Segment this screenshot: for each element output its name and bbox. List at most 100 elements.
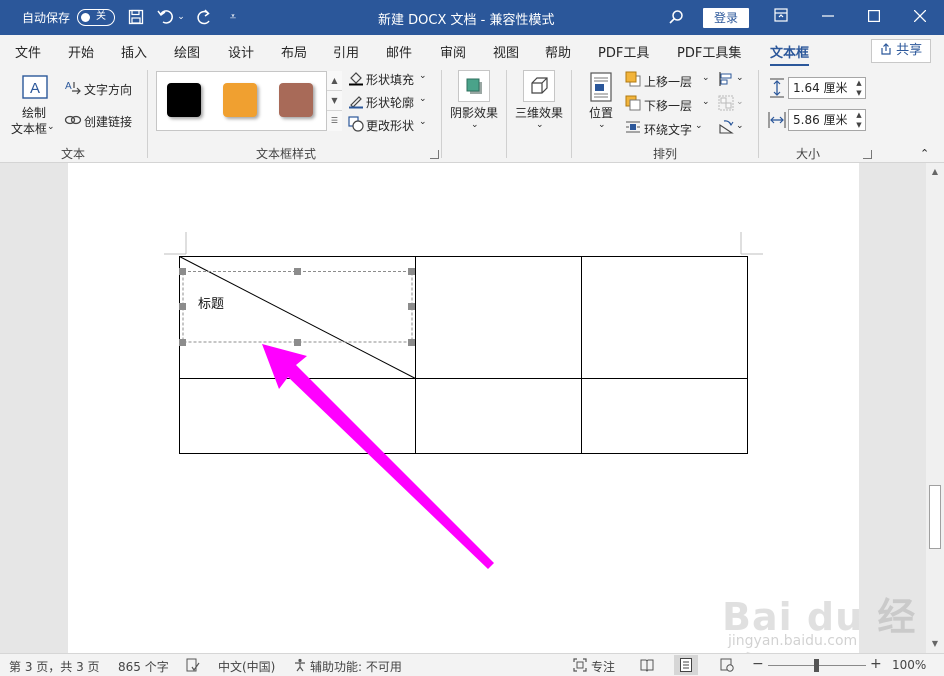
change-shape-dropdown-icon[interactable]: ⌄ [419, 117, 427, 127]
scroll-up-icon[interactable]: ▲ [926, 165, 944, 179]
rotate-dropdown-icon[interactable]: ⌄ [736, 121, 744, 131]
shadow-effects-dropdown-icon[interactable]: ⌄ [471, 120, 479, 130]
maximize-icon[interactable] [859, 4, 889, 30]
shape-fill-icon[interactable] [348, 70, 364, 86]
customize-toolbar-icon[interactable]: ⩡ [226, 6, 240, 28]
autosave-toggle[interactable]: 关 [77, 9, 115, 26]
align-dropdown-icon[interactable]: ⌄ [736, 73, 744, 83]
style-swatch-brown[interactable] [279, 83, 313, 117]
change-shape-icon[interactable] [348, 116, 364, 132]
shape-outline-dropdown-icon[interactable]: ⌄ [419, 94, 427, 104]
accessibility-status[interactable]: 辅助功能: 不可用 [310, 658, 402, 675]
tab-layout[interactable]: 布局 [281, 42, 307, 61]
undo-dropdown-icon[interactable]: ⌄ [176, 6, 186, 28]
tab-file[interactable]: 文件 [15, 42, 41, 61]
accessibility-icon[interactable] [293, 658, 307, 672]
wrap-text-dropdown-icon[interactable]: ⌄ [695, 121, 703, 131]
language[interactable]: 中文(中国) [218, 658, 275, 675]
zoom-slider-thumb[interactable] [814, 659, 819, 672]
height-spinner[interactable]: ▲ ▼ [853, 78, 865, 98]
vertical-scrollbar[interactable]: ▲ ▼ [926, 163, 944, 653]
send-backward-label[interactable]: 下移一层 [644, 97, 692, 114]
tab-review[interactable]: 审阅 [440, 42, 466, 61]
create-link-label[interactable]: 创建链接 [84, 113, 132, 130]
minimize-icon[interactable] [813, 4, 843, 30]
wrap-text-label[interactable]: 环绕文字 [644, 121, 692, 138]
tab-draw[interactable]: 绘图 [174, 42, 200, 61]
resize-handle[interactable] [408, 303, 415, 310]
tab-pdf-toolset[interactable]: PDF工具集 [677, 42, 741, 61]
draw-textbox-icon[interactable]: A [21, 74, 49, 100]
ribbon-display-icon[interactable] [766, 4, 796, 30]
tab-insert[interactable]: 插入 [121, 42, 147, 61]
text-direction-icon[interactable]: A [64, 79, 82, 97]
undo-icon[interactable] [156, 6, 176, 28]
shape-fill-label[interactable]: 形状填充 [366, 71, 414, 88]
gallery-down-icon[interactable]: ▼ [327, 91, 342, 111]
focus-label[interactable]: 专注 [591, 658, 615, 675]
resize-handle[interactable] [179, 303, 186, 310]
create-link-icon[interactable] [64, 112, 82, 128]
gallery-up-icon[interactable]: ▲ [327, 71, 342, 91]
tab-view[interactable]: 视图 [493, 42, 519, 61]
position-dropdown-icon[interactable]: ⌄ [598, 120, 606, 130]
zoom-in-icon[interactable]: + [870, 656, 882, 672]
bring-forward-dropdown-icon[interactable]: ⌄ [702, 73, 710, 83]
tab-help[interactable]: 帮助 [545, 42, 571, 61]
shape-outline-icon[interactable] [348, 93, 364, 109]
word-count[interactable]: 865 个字 [118, 658, 169, 675]
proofing-icon[interactable] [186, 658, 200, 672]
text-direction-label[interactable]: 文字方向 [84, 81, 132, 98]
tab-pdf-tools[interactable]: PDF工具 [598, 42, 649, 61]
shape-outline-label[interactable]: 形状轮廓 [366, 94, 414, 111]
web-layout-icon[interactable] [720, 658, 734, 672]
resize-handle[interactable] [294, 339, 301, 346]
style-swatch-black[interactable] [167, 83, 201, 117]
shadow-effects-icon[interactable] [458, 70, 490, 102]
tab-home[interactable]: 开始 [68, 42, 94, 61]
scroll-thumb[interactable] [929, 485, 941, 549]
draw-textbox-label-1[interactable]: 绘制 [22, 104, 46, 121]
bring-forward-label[interactable]: 上移一层 [644, 73, 692, 90]
page-info[interactable]: 第 3 页，共 3 页 [9, 658, 100, 675]
send-backward-icon[interactable] [625, 95, 641, 111]
send-backward-dropdown-icon[interactable]: ⌄ [702, 97, 710, 107]
resize-handle[interactable] [408, 268, 415, 275]
textbox-content[interactable]: 标题 [198, 293, 224, 312]
tab-references[interactable]: 引用 [333, 42, 359, 61]
align-icon[interactable] [718, 71, 734, 87]
shadow-effects-label[interactable]: 阴影效果 [450, 104, 498, 121]
resize-handle[interactable] [179, 339, 186, 346]
position-label[interactable]: 位置 [589, 104, 613, 121]
login-button[interactable]: 登录 [703, 8, 749, 28]
tab-mailings[interactable]: 邮件 [386, 42, 412, 61]
tab-textbox[interactable]: 文本框 [770, 42, 810, 67]
shape-height-input[interactable]: 1.64 厘米 ▲ ▼ [788, 77, 866, 99]
change-shape-label[interactable]: 更改形状 [366, 117, 414, 134]
draw-textbox-label-2[interactable]: 文本框 [11, 120, 47, 137]
threed-effects-label[interactable]: 三维效果 [515, 104, 563, 121]
gallery-more-icon[interactable]: ☰ [327, 111, 342, 131]
shape-fill-dropdown-icon[interactable]: ⌄ [419, 71, 427, 81]
width-spinner[interactable]: ▲ ▼ [853, 110, 865, 130]
document-table[interactable] [179, 256, 748, 454]
resize-handle[interactable] [179, 268, 186, 275]
resize-handle[interactable] [294, 268, 301, 275]
zoom-level[interactable]: 100% [892, 658, 926, 672]
style-swatch-orange[interactable] [223, 83, 257, 117]
threed-effects-dropdown-icon[interactable]: ⌄ [536, 120, 544, 130]
styles-dialog-launcher-icon[interactable] [430, 150, 439, 159]
close-icon[interactable] [905, 4, 935, 30]
print-layout-icon[interactable] [674, 655, 698, 675]
share-button[interactable]: 共享 [871, 39, 931, 63]
focus-icon[interactable] [573, 658, 587, 672]
bring-forward-icon[interactable] [625, 71, 641, 87]
zoom-out-icon[interactable]: − [752, 656, 764, 672]
draw-textbox-dropdown-icon[interactable]: ⌄ [47, 122, 55, 132]
tab-design[interactable]: 设计 [228, 42, 254, 61]
threed-effects-icon[interactable] [523, 70, 555, 102]
wrap-text-icon[interactable] [625, 119, 641, 135]
redo-icon[interactable] [194, 6, 214, 28]
rotate-icon[interactable] [718, 119, 734, 135]
save-icon[interactable] [126, 6, 146, 28]
